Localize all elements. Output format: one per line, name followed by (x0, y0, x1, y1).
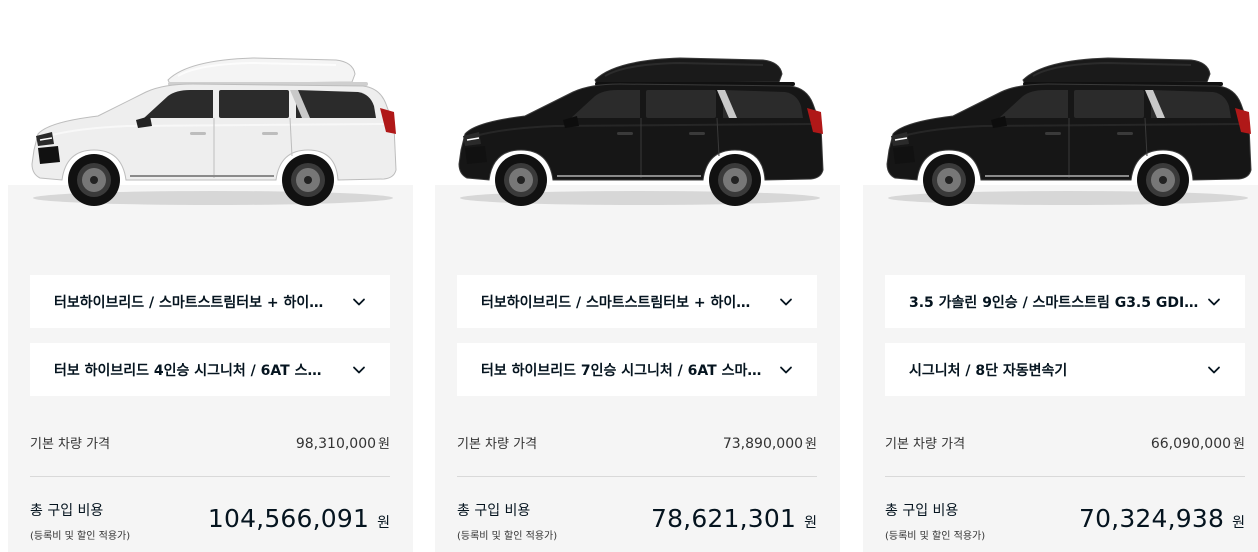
total-price-unit: 원 (1232, 515, 1245, 531)
total-price: 78,621,301 원 (651, 504, 817, 533)
option-select[interactable]: 터보 하이브리드 7인승 시그니처 / 6AT 스마… (457, 343, 817, 396)
trim-select-value: 터보하이브리드 / 스마트스트림터보 + 하이… (54, 294, 324, 311)
total-cost-label: 총 구입 비용 (885, 503, 959, 519)
total-cost-label: 총 구입 비용 (457, 503, 531, 519)
trim-select[interactable]: 터보하이브리드 / 스마트스트림터보 + 하이… (457, 275, 817, 328)
base-price-value: 73,890,000 (722, 435, 804, 452)
total-cost-label: 총 구입 비용 (30, 503, 104, 519)
base-price-row: 기본 차량 가격 73,890,000 원 (457, 428, 817, 456)
trim-select-value: 터보하이브리드 / 스마트스트림터보 + 하이… (481, 294, 751, 311)
trim-select-value: 3.5 가솔린 9인승 / 스마트스트림 G3.5 GDI… (909, 294, 1199, 311)
base-price-value: 66,090,000 (1150, 435, 1232, 452)
option-select-value: 터보 하이브리드 7인승 시그니처 / 6AT 스마… (481, 362, 762, 379)
total-price-unit: 원 (377, 515, 390, 531)
base-price-unit: 원 (805, 436, 817, 452)
option-select-value: 시그니처 / 8단 자동변속기 (909, 362, 1068, 379)
base-price-row: 기본 차량 가격 66,090,000 원 (885, 428, 1245, 456)
base-price-unit: 원 (1233, 436, 1245, 452)
base-price-label: 기본 차량 가격 (30, 436, 111, 452)
car-image (18, 52, 404, 212)
option-select[interactable]: 터보 하이브리드 4인승 시그니처 / 6AT 스… (30, 343, 390, 396)
chevron-down-icon (353, 298, 365, 305)
total-price-value: 78,621,301 (650, 504, 797, 533)
option-select-value: 터보 하이브리드 4인승 시그니처 / 6AT 스… (54, 362, 322, 379)
total-price: 104,566,091 원 (208, 504, 390, 533)
base-price-row: 기본 차량 가격 98,310,000 원 (30, 428, 390, 456)
chevron-down-icon (1208, 298, 1220, 305)
divider (30, 476, 390, 477)
base-price-value: 98,310,000 (295, 435, 377, 452)
divider (885, 476, 1245, 477)
car-image (445, 52, 831, 212)
total-cost-note: (등록비 및 할인 적용가) (885, 531, 986, 542)
base-price-label: 기본 차량 가격 (457, 436, 538, 452)
total-cost-note: (등록비 및 할인 적용가) (457, 531, 558, 542)
chevron-down-icon (780, 298, 792, 305)
chevron-down-icon (1208, 366, 1220, 373)
chevron-down-icon (780, 366, 792, 373)
option-select[interactable]: 시그니처 / 8단 자동변속기 (885, 343, 1245, 396)
base-price-label: 기본 차량 가격 (885, 436, 966, 452)
model-card: 터보하이브리드 / 스마트스트림터보 + 하이… 터보 하이브리드 4인승 시그… (8, 0, 413, 552)
total-price: 70,324,938 원 (1079, 504, 1245, 533)
base-price: 98,310,000 원 (296, 433, 390, 452)
trim-select[interactable]: 3.5 가솔린 9인승 / 스마트스트림 G3.5 GDI… (885, 275, 1245, 328)
chevron-down-icon (353, 366, 365, 373)
model-card: 터보하이브리드 / 스마트스트림터보 + 하이… 터보 하이브리드 7인승 시그… (435, 0, 840, 552)
base-price-unit: 원 (378, 436, 390, 452)
base-price: 73,890,000 원 (723, 433, 817, 452)
trim-select[interactable]: 터보하이브리드 / 스마트스트림터보 + 하이… (30, 275, 390, 328)
model-card: 3.5 가솔린 9인승 / 스마트스트림 G3.5 GDI… 시그니처 / 8단… (863, 0, 1258, 552)
divider (457, 476, 817, 477)
base-price: 66,090,000 원 (1151, 433, 1245, 452)
total-price-value: 104,566,091 (207, 504, 370, 533)
total-price-unit: 원 (804, 515, 817, 531)
total-cost-note: (등록비 및 할인 적용가) (30, 531, 131, 542)
total-price-value: 70,324,938 (1078, 504, 1225, 533)
car-image (873, 52, 1258, 212)
